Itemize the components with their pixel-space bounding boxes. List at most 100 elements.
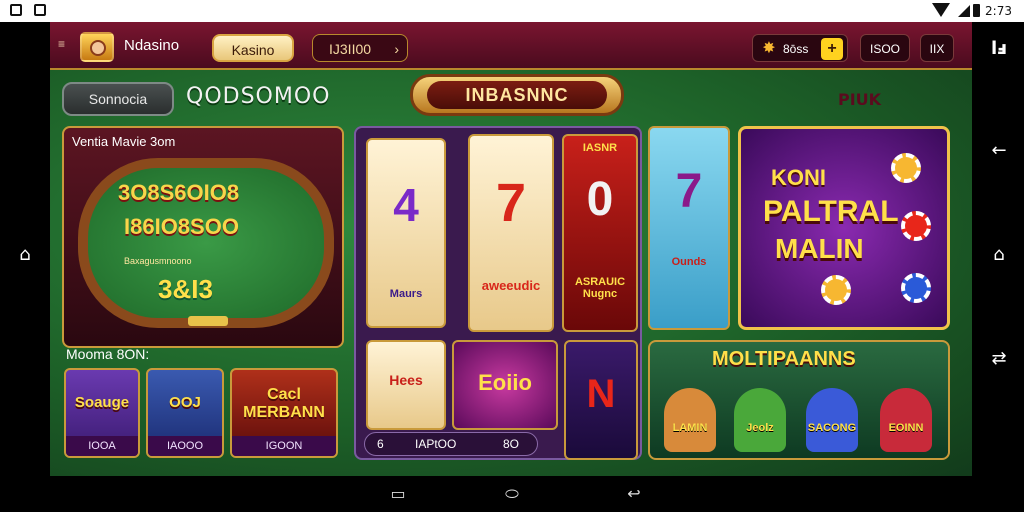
table-multiplier: 3&I3 — [158, 274, 213, 304]
card-slot — [188, 316, 228, 326]
title-banner: INBASNNC — [410, 74, 624, 116]
signal-icon — [958, 5, 970, 17]
reel-symbol: N — [586, 372, 616, 416]
left-nav-rail: ⌂ — [0, 22, 50, 476]
reel-symbol: ASRAUIC Nugnc — [574, 276, 626, 300]
corner-label: PIUK — [838, 90, 882, 109]
featured-game-card[interactable]: KONI PALTRAL MALIN — [738, 126, 950, 330]
bet-left: 6 — [377, 437, 384, 451]
coin-icon: ✸ — [762, 40, 776, 57]
table-game-card[interactable]: Ventia Mavie 3om 3O8S6OIO8 I86IO8SOO Bax… — [62, 126, 344, 348]
battery-icon — [973, 4, 980, 17]
banner-title: INBASNNC — [427, 81, 607, 109]
multiplayer-card[interactable]: MOLTIPAANNS LAMIN Jeolz SACONG EOINN — [648, 340, 950, 460]
top-bar: ≡ Ndasino Kasino IJ3II00 › ✸ 8ōss + ISOO… — [50, 22, 972, 70]
mascot-icon — [90, 40, 106, 56]
reel-symbol: 7 — [495, 173, 527, 233]
table-numbers-row1: 3O8S6OIO8 — [118, 180, 240, 205]
table-felt: 3O8S6OIO8 I86IO8SOO Baxagusmnoono 3&I3 — [78, 158, 334, 328]
game-thumb-1[interactable]: Soauge IOOA — [64, 368, 140, 458]
balance-value: IJ3II00 — [329, 41, 372, 57]
reel-7[interactable]: 7 Ounds — [648, 126, 730, 330]
featured-title-1: KONI — [771, 165, 826, 190]
reel-symbol: 0 — [586, 173, 614, 226]
right-column: 7 Ounds KONI PALTRAL MALIN MOLTIPAANNS L… — [648, 126, 950, 460]
home-icon[interactable]: ⌂ — [984, 244, 1014, 265]
reel-6: N — [564, 340, 638, 460]
menu-chevron-icon[interactable]: ≡ — [58, 37, 65, 51]
promo-section-label: Mooma 8ON: — [66, 346, 150, 362]
reel-2: 7 aweeudic — [468, 134, 554, 332]
app-name: Ndasino — [124, 37, 180, 54]
coin-value: 8ōss — [783, 42, 809, 56]
game-thumb-caption: IOOA — [66, 436, 138, 456]
home-icon[interactable]: ⌂ — [10, 244, 40, 265]
character-2: Jeolz — [734, 388, 786, 452]
balance-button[interactable]: IJ3II00 › — [312, 34, 408, 62]
filter-button[interactable]: Sonnocia — [62, 82, 174, 116]
character-label: LAMIN — [672, 422, 708, 434]
back-icon[interactable]: ↩ — [620, 484, 648, 503]
character-4: EOINN — [880, 388, 932, 452]
image-icon — [34, 4, 46, 16]
add-coins-button[interactable]: + — [821, 38, 843, 60]
game-thumb-2[interactable]: OOJ IAOOO — [146, 368, 224, 458]
character-label: EOINN — [888, 422, 924, 434]
reel-symbol: Ounds — [671, 256, 707, 268]
reel-3: IASNR 0 ASRAUIC Nugnc — [562, 134, 638, 332]
character-label: SACONG — [807, 422, 857, 434]
game-thumb-caption: IAOOO — [148, 436, 222, 456]
game-thumb-title: Cacl MERBANN — [243, 386, 325, 421]
bet-mid: IAPtOO — [415, 437, 457, 451]
home-icon[interactable]: ⬭ — [498, 484, 526, 503]
app-logo-icon[interactable]: ⅼⅎ — [984, 38, 1014, 59]
reel-symbol: Hees — [389, 372, 423, 388]
bet-bar[interactable]: 6 IAPtOO 8O — [364, 432, 538, 456]
table-fine-print: Baxagusmnoono — [124, 256, 192, 266]
character-1: LAMIN — [664, 388, 716, 452]
recents-icon[interactable]: ▭ — [384, 484, 412, 503]
system-nav-bar: ▭ ⬭ ↩ — [0, 476, 1024, 512]
reel-5: Eoiio — [452, 340, 558, 430]
table-numbers-row2: I86IO8SOO — [124, 214, 239, 239]
game-thumb-title: OOJ — [169, 394, 201, 411]
chip-icon — [901, 211, 931, 241]
slot-reels[interactable]: 4 Maurs 7 aweeudic IASNR 0 ASRAUIC Nugnc… — [354, 126, 642, 460]
reel-symbol: aweeudic — [481, 278, 541, 293]
featured-title-3: MALIN — [775, 233, 864, 264]
reel-symbol: Maurs — [389, 288, 423, 300]
chip-icon — [891, 153, 921, 183]
multiplayer-title: MOLTIPAANNS — [712, 348, 856, 370]
reel-header: IASNR — [582, 142, 618, 154]
status-bar: 2:73 — [0, 0, 1024, 22]
bet-right: 8O — [502, 437, 519, 451]
game-thumb-caption: IGOON — [232, 436, 336, 456]
chip-icon — [821, 275, 851, 305]
reel-symbol: 4 — [393, 179, 419, 231]
clock: 2:73 — [985, 4, 1012, 18]
back-icon[interactable]: ← — [984, 140, 1014, 161]
reel-symbol: 7 — [675, 165, 703, 218]
reel-1: 4 Maurs — [366, 138, 446, 328]
game-thumb-title: Soauge — [74, 394, 130, 411]
table-game-title: Ventia Mavie 3om — [72, 134, 176, 149]
chevron-right-icon: › — [394, 41, 399, 57]
menu-button[interactable]: IIX — [920, 34, 954, 62]
featured-title-2: PALTRAL — [763, 195, 899, 228]
gem-balance[interactable]: ISOO — [860, 34, 910, 62]
game-thumb-3[interactable]: Cacl MERBANN IGOON — [230, 368, 338, 458]
chip-icon — [901, 273, 931, 303]
app-logo[interactable] — [80, 32, 114, 62]
promo-code: QODSOMOO — [186, 84, 331, 109]
character-label: Jeolz — [746, 422, 774, 434]
wifi-icon — [932, 3, 950, 17]
right-nav-rail: ⅼⅎ ← ⌂ ⇄ — [972, 22, 1024, 476]
reel-4: Hees — [366, 340, 446, 430]
coin-balance: ✸ 8ōss + — [752, 34, 848, 62]
character-3: SACONG — [806, 388, 858, 452]
recents-icon[interactable]: ⇄ — [984, 348, 1014, 369]
tab-kasino[interactable]: Kasino — [212, 34, 294, 62]
reel-symbol: Eoiio — [478, 370, 532, 395]
notification-icon — [10, 4, 22, 16]
casino-app: ≡ Ndasino Kasino IJ3II00 › ✸ 8ōss + ISOO… — [50, 22, 972, 476]
